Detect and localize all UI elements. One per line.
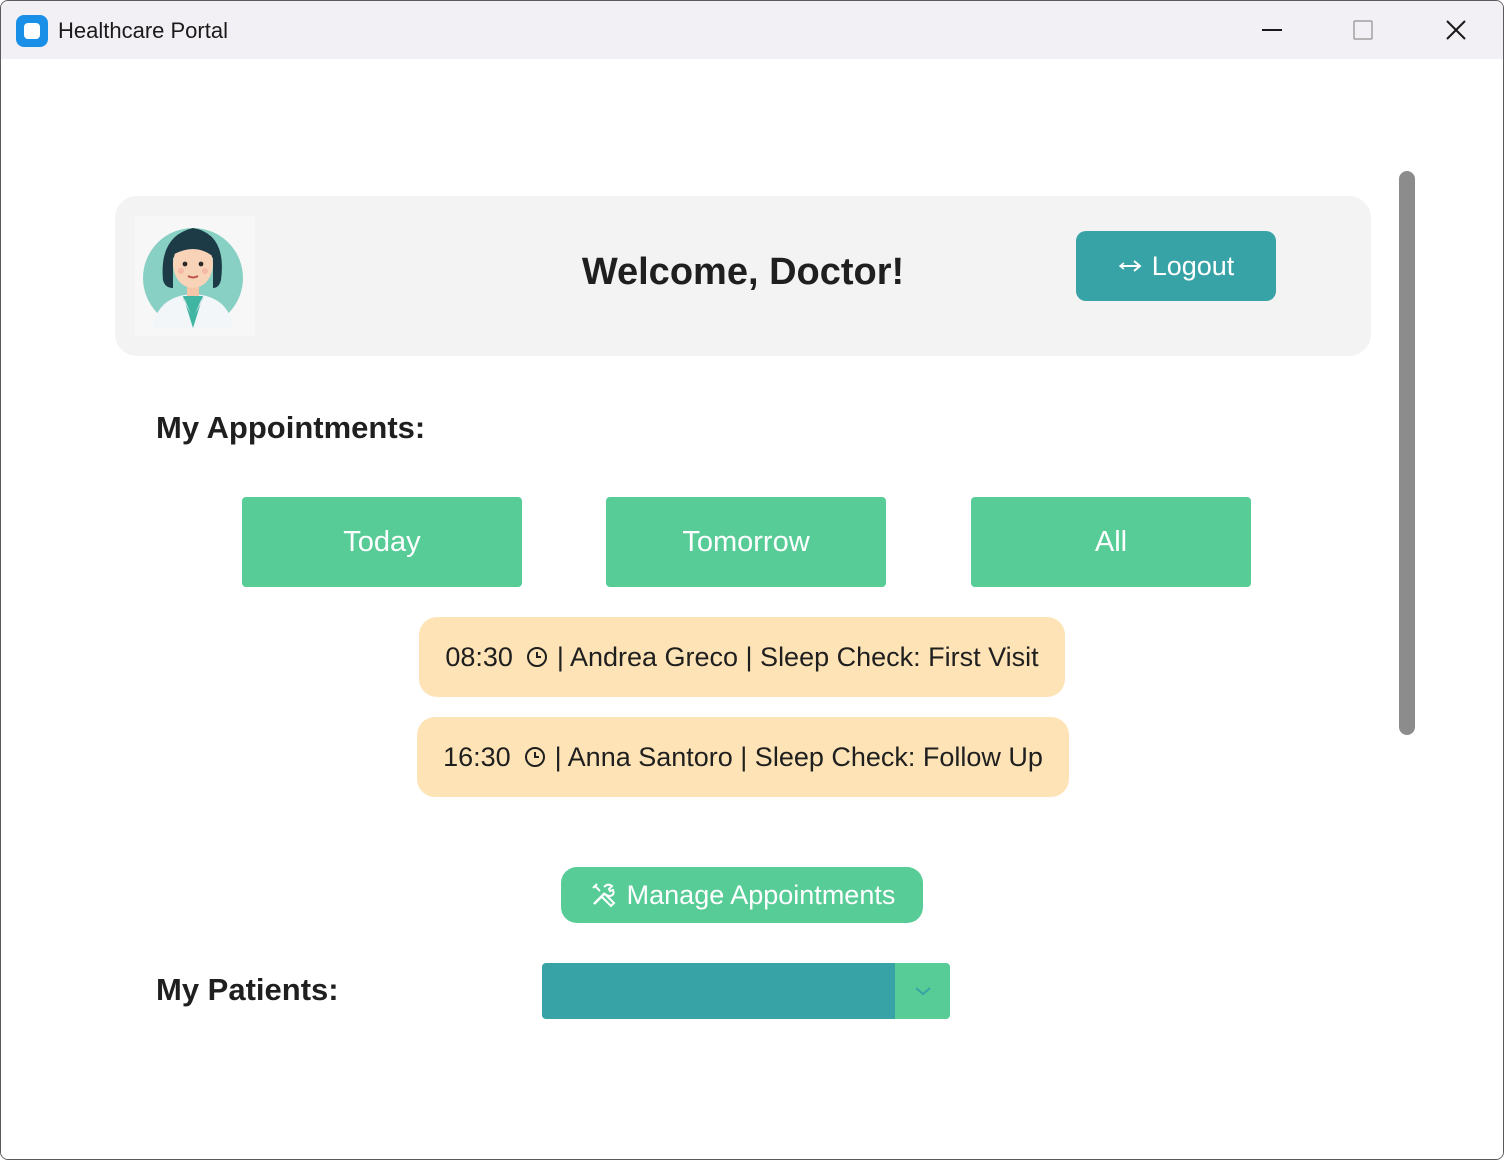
chevron-down-icon [914, 987, 931, 996]
appointment-time: 08:30 [445, 641, 513, 672]
minimize-icon [1262, 29, 1282, 31]
appointment-item[interactable]: 08:30 | Andrea Greco | Sleep Check: Firs… [419, 617, 1065, 697]
window-title: Healthcare Portal [58, 18, 228, 43]
vertical-scrollbar[interactable] [1399, 171, 1415, 735]
arrow-right-icon [1118, 260, 1142, 272]
app-window: Healthcare Portal Welcome, Doctor! Logou… [0, 0, 1504, 1160]
logout-label: Logout [1151, 250, 1235, 281]
patients-dropdown-value[interactable] [542, 963, 895, 1019]
filter-today-button[interactable]: Today [242, 497, 522, 587]
tools-icon [591, 883, 616, 908]
patients-heading: My Patients: [156, 972, 339, 1007]
minimize-button[interactable] [1226, 1, 1318, 59]
manage-appointments-label: Manage Appointments [626, 879, 896, 910]
maximize-icon [1353, 20, 1373, 40]
appointment-details: | Andrea Greco | Sleep Check: First Visi… [556, 641, 1039, 672]
appointment-item[interactable]: 16:30 | Anna Santoro | Sleep Check: Foll… [417, 717, 1069, 797]
patients-dropdown[interactable] [542, 963, 950, 1019]
appointment-time: 16:30 [443, 741, 511, 772]
title-bar[interactable]: Healthcare Portal [1, 1, 1503, 59]
maximize-button[interactable] [1317, 1, 1409, 59]
doctor-avatar-icon [143, 228, 243, 328]
appointments-heading: My Appointments: [156, 410, 426, 445]
logout-button[interactable]: Logout [1076, 231, 1276, 301]
welcome-heading: Welcome, Doctor! [581, 251, 905, 293]
filter-all-button[interactable]: All [971, 497, 1251, 587]
manage-appointments-button[interactable]: Manage Appointments [561, 867, 923, 923]
appointment-details: | Anna Santoro | Sleep Check: Follow Up [554, 741, 1043, 772]
clock-icon [524, 747, 545, 767]
close-button[interactable] [1410, 1, 1502, 59]
close-icon [1446, 20, 1466, 40]
dropdown-toggle[interactable] [895, 963, 950, 1019]
app-icon [16, 15, 48, 47]
doctor-avatar [135, 216, 255, 336]
filter-tomorrow-button[interactable]: Tomorrow [606, 497, 886, 587]
clock-icon [526, 647, 547, 667]
